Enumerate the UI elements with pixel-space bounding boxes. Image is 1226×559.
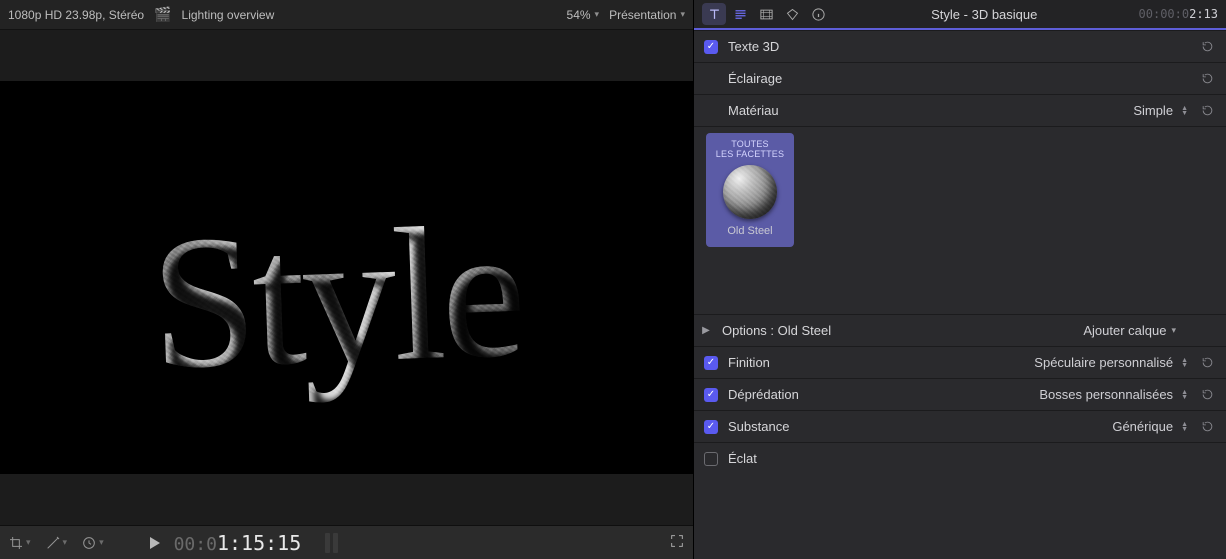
substance-value[interactable]: Générique ▲▼ bbox=[1112, 419, 1188, 434]
viewer-bottom-bar: ▾ ▾ ▾ 00:0 1:15:15 bbox=[0, 525, 693, 559]
material-name: Old Steel bbox=[727, 225, 772, 237]
chevron-down-icon: ▾ bbox=[1171, 325, 1176, 336]
stepper-icon: ▲▼ bbox=[1181, 106, 1188, 116]
reset-icon[interactable] bbox=[1198, 38, 1216, 56]
add-layer-dropdown[interactable]: Ajouter calque ▾ bbox=[1083, 323, 1176, 338]
stepper-icon: ▲▼ bbox=[1181, 422, 1188, 432]
materiau-value[interactable]: Simple ▲▼ bbox=[1133, 103, 1188, 118]
checkbox-texte-3d[interactable]: ✓ bbox=[704, 40, 718, 54]
checkbox-finition[interactable]: ✓ bbox=[704, 356, 718, 370]
inspector-params: ✓ Texte 3D Éclairage Matériau Simple ▲▼ bbox=[694, 30, 1226, 474]
generator-inspector-tab[interactable] bbox=[780, 3, 804, 25]
view-mode-dropdown[interactable]: Présentation ▾ bbox=[609, 8, 685, 22]
clapperboard-icon[interactable]: 🎬 bbox=[154, 6, 171, 23]
chevron-down-icon: ▾ bbox=[26, 537, 31, 548]
reset-icon[interactable] bbox=[1198, 386, 1216, 404]
view-mode-label: Présentation bbox=[609, 8, 676, 22]
row-finition[interactable]: ✓ Finition Spéculaire personnalisé ▲▼ bbox=[694, 346, 1226, 378]
zoom-value: 54% bbox=[567, 8, 591, 22]
finition-value[interactable]: Spéculaire personnalisé ▲▼ bbox=[1034, 355, 1188, 370]
reset-icon[interactable] bbox=[1198, 70, 1216, 88]
retime-tool-icon[interactable]: ▾ bbox=[81, 535, 104, 551]
inspector-pane: Style - 3D basique 00:00:02:13 ✓ Texte 3… bbox=[694, 0, 1226, 559]
checkbox-substance[interactable]: ✓ bbox=[704, 420, 718, 434]
viewer-timecode[interactable]: 00:0 1:15:15 bbox=[174, 531, 302, 555]
format-label: 1080p HD 23.98p, Stéréo bbox=[8, 8, 144, 22]
chevron-down-icon: ▾ bbox=[63, 537, 68, 548]
material-well[interactable]: TOUTESLES FACETTES Old Steel bbox=[706, 133, 794, 247]
inspector-title: Style - 3D basique bbox=[838, 7, 1131, 22]
viewer-top-bar: 1080p HD 23.98p, Stéréo 🎬 Lighting overv… bbox=[0, 0, 693, 30]
facets-label: TOUTESLES FACETTES bbox=[716, 139, 784, 159]
material-preview-sphere[interactable] bbox=[723, 165, 777, 219]
chevron-down-icon: ▾ bbox=[595, 9, 600, 20]
viewer-canvas[interactable]: Style Style bbox=[0, 30, 693, 525]
disclosure-triangle-icon[interactable]: ▶ bbox=[700, 325, 712, 336]
video-inspector-tab[interactable] bbox=[754, 3, 778, 25]
row-materiau[interactable]: Matériau Simple ▲▼ bbox=[694, 94, 1226, 126]
zoom-dropdown[interactable]: 54% ▾ bbox=[567, 8, 600, 22]
info-inspector-tab[interactable] bbox=[806, 3, 830, 25]
paragraph-inspector-tab[interactable] bbox=[728, 3, 752, 25]
audio-meters bbox=[325, 533, 338, 553]
row-eclat[interactable]: Éclat bbox=[694, 442, 1226, 474]
reset-icon[interactable] bbox=[1198, 354, 1216, 372]
depredation-value[interactable]: Bosses personnalisées ▲▼ bbox=[1039, 387, 1188, 402]
row-material-well: TOUTESLES FACETTES Old Steel bbox=[694, 126, 1226, 314]
viewer-pane: 1080p HD 23.98p, Stéréo 🎬 Lighting overv… bbox=[0, 0, 694, 559]
row-depredation[interactable]: ✓ Déprédation Bosses personnalisées ▲▼ bbox=[694, 378, 1226, 410]
row-texte-3d[interactable]: ✓ Texte 3D bbox=[694, 30, 1226, 62]
inspector-timecode: 00:00:02:13 bbox=[1139, 7, 1218, 21]
video-frame: Style Style bbox=[0, 81, 693, 474]
row-eclairage[interactable]: Éclairage bbox=[694, 62, 1226, 94]
row-options[interactable]: ▶ Options : Old Steel Ajouter calque ▾ bbox=[694, 314, 1226, 346]
row-substance[interactable]: ✓ Substance Générique ▲▼ bbox=[694, 410, 1226, 442]
checkbox-eclat[interactable] bbox=[704, 452, 718, 466]
chevron-down-icon: ▾ bbox=[680, 9, 685, 20]
stepper-icon: ▲▼ bbox=[1181, 390, 1188, 400]
chevron-down-icon: ▾ bbox=[99, 537, 104, 548]
text-inspector-tab[interactable] bbox=[702, 3, 726, 25]
stepper-icon: ▲▼ bbox=[1181, 358, 1188, 368]
play-button[interactable] bbox=[150, 537, 160, 549]
3d-text-preview: Style Style bbox=[148, 196, 525, 399]
crop-tool-icon[interactable]: ▾ bbox=[8, 535, 31, 551]
clip-name[interactable]: Lighting overview bbox=[182, 8, 275, 22]
reset-icon[interactable] bbox=[1198, 102, 1216, 120]
reset-icon[interactable] bbox=[1198, 418, 1216, 436]
checkbox-depredation[interactable]: ✓ bbox=[704, 388, 718, 402]
effects-tool-icon[interactable]: ▾ bbox=[45, 535, 68, 551]
inspector-tab-bar: Style - 3D basique 00:00:02:13 bbox=[694, 0, 1226, 30]
fullscreen-icon[interactable] bbox=[669, 533, 685, 552]
